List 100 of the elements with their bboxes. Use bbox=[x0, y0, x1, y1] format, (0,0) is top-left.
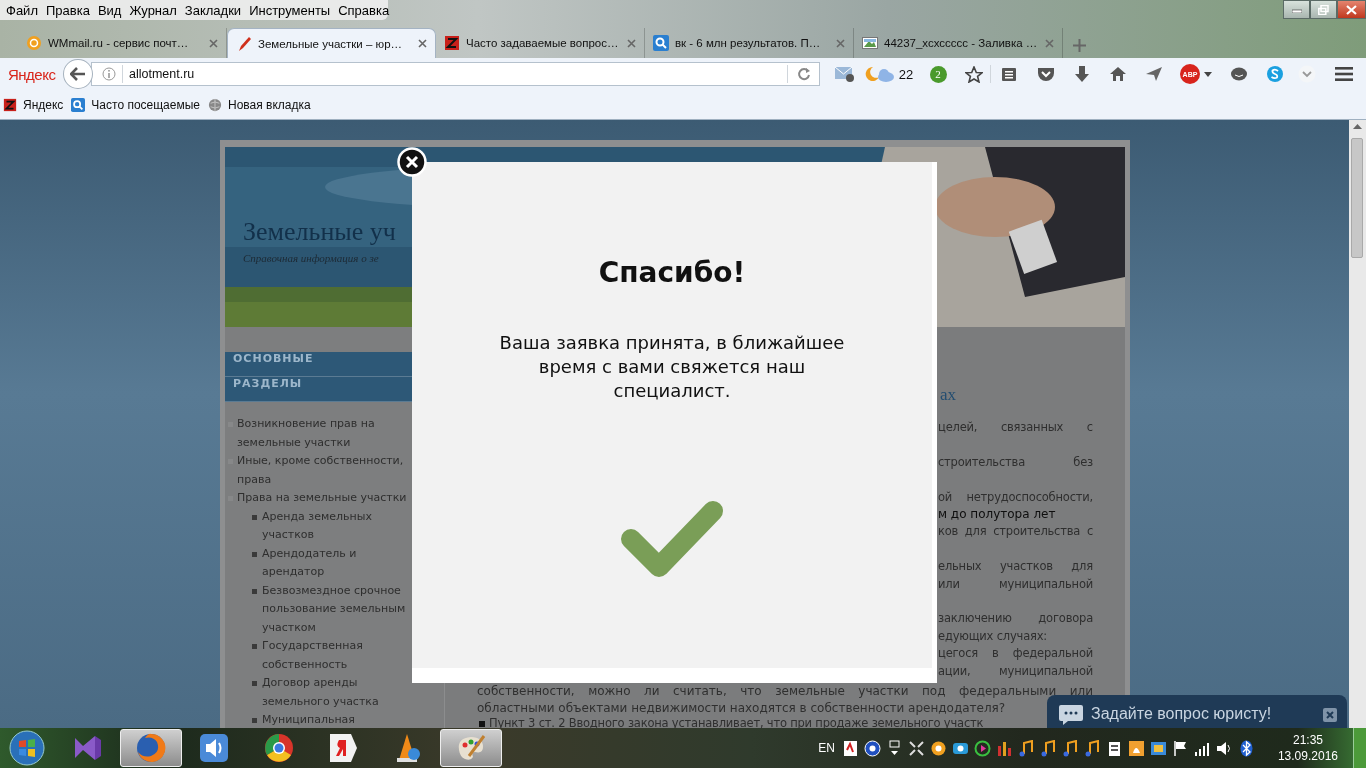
article-text: ков для строительства с bbox=[937, 523, 1093, 541]
clock[interactable]: 21:35 13.09.2016 bbox=[1277, 732, 1338, 764]
bookmark-link[interactable]: Часто посещаемые bbox=[71, 96, 200, 113]
music-note-icon[interactable] bbox=[1083, 739, 1101, 757]
modal-title: Спасибо! bbox=[598, 256, 746, 290]
search-icon bbox=[71, 96, 86, 113]
menu-item[interactable]: Закладки bbox=[180, 2, 246, 18]
moon-cloud-icon bbox=[864, 66, 895, 82]
mail-icon[interactable] bbox=[835, 66, 855, 82]
picture-frame-icon[interactable] bbox=[1149, 739, 1167, 757]
bullet-icon bbox=[252, 718, 257, 723]
pen-icon bbox=[236, 35, 252, 52]
bluetooth-icon[interactable] bbox=[1237, 739, 1255, 757]
search-icon bbox=[653, 35, 669, 51]
globe-icon bbox=[135, 732, 167, 764]
close-button[interactable] bbox=[1337, 0, 1366, 19]
restore-icon bbox=[1318, 4, 1329, 15]
music-note-icon[interactable] bbox=[1039, 739, 1057, 757]
bookmark-link[interactable]: Новая вкладка bbox=[208, 96, 311, 113]
tab-title: Часто задаваемые вопрос… bbox=[466, 37, 620, 49]
bookmark-link[interactable]: Яндекс bbox=[3, 96, 64, 113]
article-text: цегося в федеральной bbox=[937, 645, 1093, 663]
pocket-icon[interactable] bbox=[1036, 66, 1055, 82]
count-badge[interactable]: 2 bbox=[929, 65, 947, 83]
bullet-icon bbox=[252, 588, 257, 594]
volume-icon[interactable] bbox=[1215, 739, 1233, 757]
tile-icon bbox=[3, 96, 17, 113]
globe-icon bbox=[208, 96, 222, 113]
article-text: или муниципальной bbox=[937, 575, 1093, 593]
menu-icon[interactable] bbox=[1335, 67, 1353, 81]
scrollbar-thumb[interactable] bbox=[1351, 138, 1363, 258]
article-text: строительства без bbox=[937, 453, 1093, 471]
chat-widget[interactable]: Задайте вопрос юристу! bbox=[1047, 695, 1347, 728]
chat-icon[interactable] bbox=[1230, 66, 1248, 82]
article-text: областными объектами недвижимости находятся в собственности арендодателя? bbox=[477, 700, 1006, 718]
reload-icon[interactable] bbox=[797, 67, 811, 81]
music-note-icon[interactable] bbox=[1061, 739, 1079, 757]
segmented-circle-icon bbox=[263, 732, 295, 764]
tab-title: 44237_хсхссссс - Заливка … bbox=[884, 37, 1039, 49]
image-icon bbox=[862, 35, 878, 51]
menu-item[interactable]: Файл bbox=[2, 2, 42, 18]
restore-button[interactable] bbox=[1310, 0, 1337, 19]
music-note-icon[interactable] bbox=[1017, 739, 1035, 757]
skype-icon[interactable] bbox=[1266, 65, 1284, 83]
ring-icon bbox=[26, 35, 42, 51]
chevron-down-icon[interactable] bbox=[1298, 65, 1316, 83]
list-icon[interactable] bbox=[1001, 66, 1017, 82]
flag-icon[interactable] bbox=[1171, 739, 1189, 757]
chat-icon bbox=[1059, 705, 1083, 725]
arrow-left-icon bbox=[70, 67, 87, 81]
bullet-icon bbox=[252, 681, 257, 686]
download-icon[interactable] bbox=[1074, 65, 1090, 83]
browser-logo[interactable]: Яндекс bbox=[8, 65, 56, 83]
clock-time: 21:35 bbox=[1292, 732, 1323, 748]
language-indicator[interactable]: EN bbox=[818, 741, 835, 755]
article-text: ой нетрудоспособности, bbox=[937, 488, 1093, 506]
chart-icon[interactable] bbox=[995, 739, 1013, 757]
article-heading: ах bbox=[940, 385, 958, 405]
tile-icon bbox=[444, 35, 460, 51]
article-text: заключению договора bbox=[937, 610, 1093, 628]
article-text: едующих случаях: bbox=[937, 627, 1047, 645]
bullet-icon bbox=[252, 514, 257, 520]
minimize-button[interactable] bbox=[1283, 0, 1310, 19]
menu-item[interactable]: Правка bbox=[41, 2, 94, 18]
speaker-icon bbox=[199, 732, 231, 764]
star-icon[interactable] bbox=[965, 65, 983, 83]
article-text: целей, связанных с bbox=[937, 419, 1093, 436]
document-icon[interactable] bbox=[841, 739, 859, 757]
play-icon[interactable] bbox=[973, 739, 991, 757]
bullet-icon bbox=[252, 551, 257, 557]
tab-title: вк - 6 млн результатов. П… bbox=[675, 37, 822, 49]
browser-tab[interactable]: Земельные участки – юр… bbox=[227, 28, 436, 58]
address-field[interactable]: allotment.ru bbox=[90, 62, 820, 86]
menu-item[interactable]: Инструменты bbox=[245, 2, 335, 18]
arrows-icon[interactable] bbox=[907, 739, 925, 757]
arrow-up-icon[interactable] bbox=[1353, 124, 1362, 129]
back-button[interactable] bbox=[63, 59, 93, 89]
weather-button[interactable]: 22 bbox=[864, 60, 914, 88]
chat-label: Задайте вопрос юристу! bbox=[1091, 705, 1273, 723]
close-icon bbox=[1346, 4, 1357, 15]
caret-icon[interactable] bbox=[1204, 71, 1212, 77]
tab-title: Земельные участки – юр… bbox=[258, 37, 404, 50]
article-text: ации, муниципальной bbox=[937, 662, 1093, 680]
scrollbar[interactable] bbox=[1349, 120, 1366, 728]
clock-date: 13.09.2016 bbox=[1277, 748, 1338, 764]
send-icon[interactable] bbox=[1145, 66, 1163, 82]
bullet-icon bbox=[479, 720, 485, 727]
menu-item[interactable]: Вид bbox=[93, 2, 126, 18]
tab-title: WMmail.ru - сервис почт… bbox=[48, 37, 190, 49]
bullet-icon bbox=[252, 644, 257, 649]
start-button[interactable] bbox=[9, 730, 45, 766]
modal-message: Ваша заявка принята, в ближайшее время с вами свяжется наш специалист. bbox=[498, 331, 846, 403]
menu-item[interactable]: Журнал bbox=[125, 2, 181, 18]
ring-icon[interactable] bbox=[929, 739, 947, 757]
menu-item[interactable]: Справка bbox=[334, 2, 394, 18]
sidebar-link[interactable]: Арендодатель и арендатор bbox=[262, 544, 414, 582]
minimize-icon bbox=[1291, 6, 1302, 13]
home-icon[interactable] bbox=[1109, 66, 1127, 82]
tile-icon bbox=[327, 732, 359, 764]
url-text: allotment.ru bbox=[128, 67, 196, 81]
